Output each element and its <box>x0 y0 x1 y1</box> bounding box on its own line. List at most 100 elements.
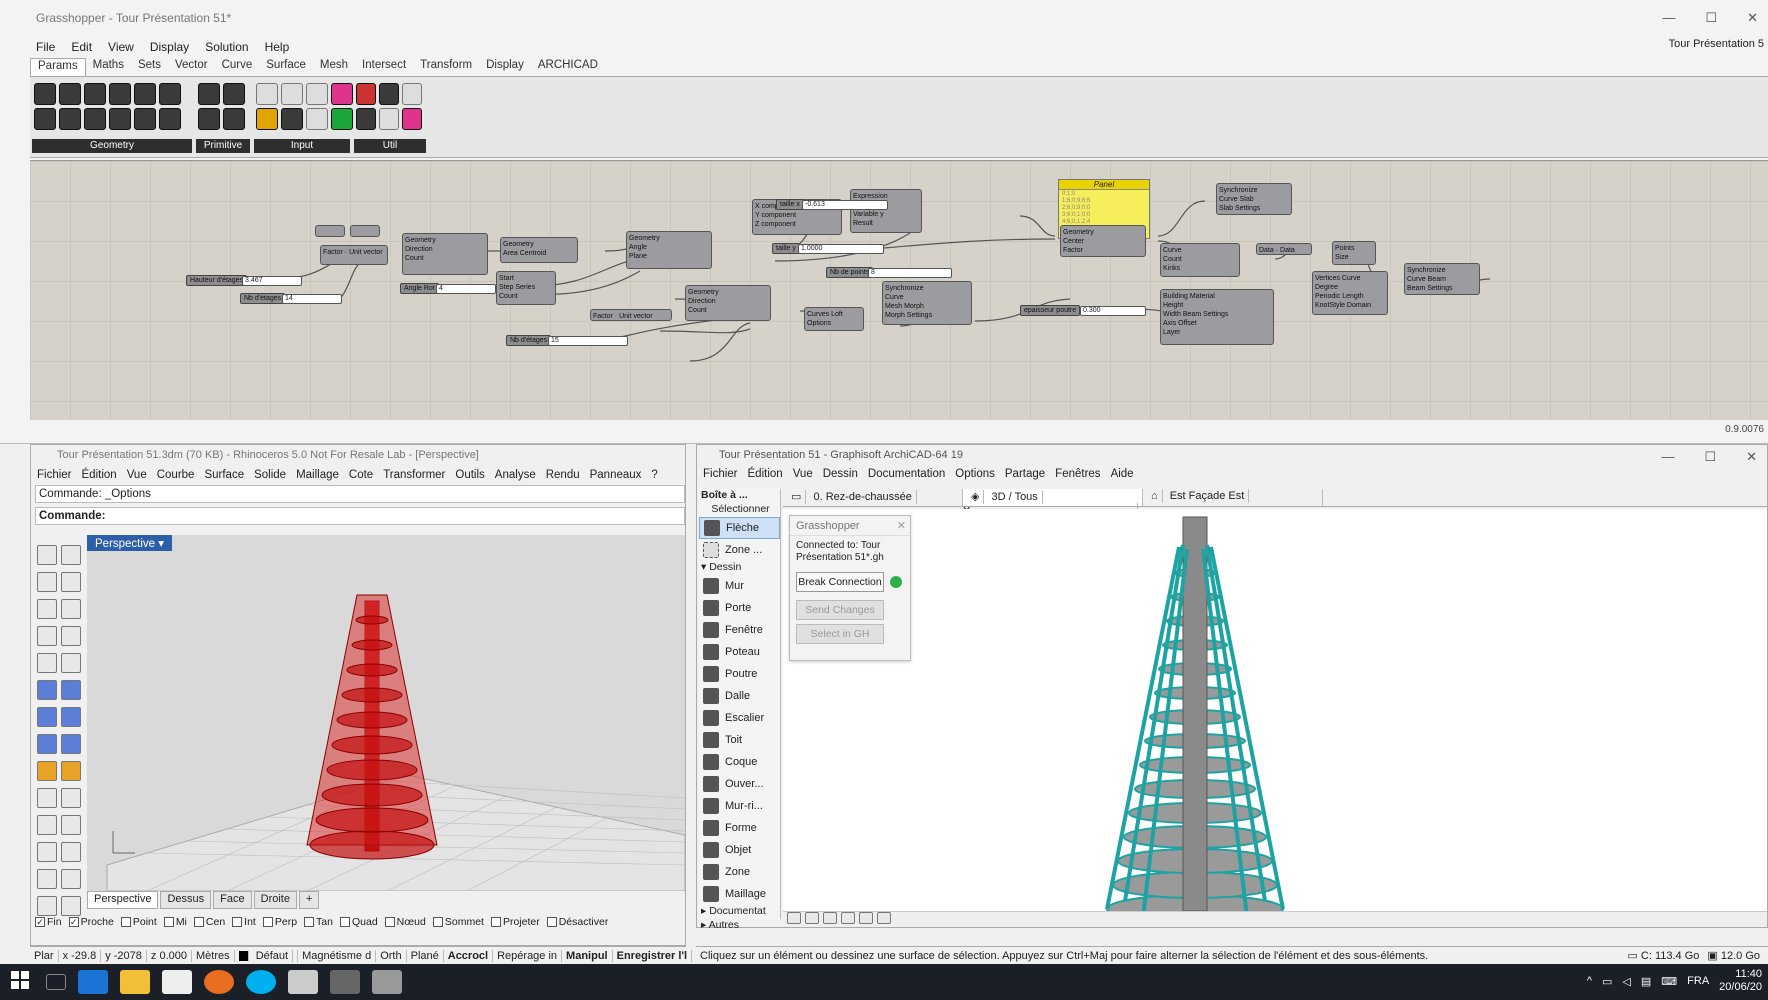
input-colour-icon[interactable] <box>281 108 303 130</box>
tab-archicad[interactable]: ARCHICAD <box>531 58 605 76</box>
gh-node-linear-array-2[interactable]: Geometry Direction Count <box>685 285 771 321</box>
gh-node-unit-vector-1[interactable]: Factor · Unit vector <box>320 245 388 265</box>
osnap-noeud[interactable]: Nœud <box>384 916 426 928</box>
gh-node-nurbs-curve[interactable]: Vertices Curve Degree Periodic Length KnotS… <box>1312 271 1388 315</box>
fillet-icon[interactable] <box>61 653 81 673</box>
gh-menu-help[interactable]: Help <box>265 40 290 54</box>
notification-icon[interactable]: ▤ <box>1641 975 1651 988</box>
dimension-icon[interactable] <box>61 869 81 889</box>
gh-node-linear-array-1[interactable]: Geometry Direction Count <box>402 233 488 275</box>
tool-poteau[interactable]: Poteau <box>699 641 780 663</box>
ac-menu-aide[interactable]: Aide <box>1111 468 1134 480</box>
tab-mesh[interactable]: Mesh <box>313 58 355 76</box>
param-rectangle-icon[interactable] <box>59 108 81 130</box>
rhino-command-input[interactable]: Commande: <box>35 507 685 525</box>
util-galapagos-icon[interactable] <box>402 83 422 105</box>
tray-clock[interactable]: 11:40 20/06/20 <box>1719 968 1762 994</box>
polyline-icon[interactable] <box>37 572 57 592</box>
tool-zone[interactable]: Zone <box>699 861 780 883</box>
tab-curve[interactable]: Curve <box>215 58 260 76</box>
gh-node-rotate[interactable]: Geometry Angle Plane <box>626 231 712 269</box>
gh-node-points[interactable]: Points Size <box>1332 241 1376 265</box>
ellipse-icon[interactable] <box>61 599 81 619</box>
minimize-icon[interactable]: — <box>1662 10 1675 26</box>
point-icon[interactable] <box>61 545 81 565</box>
util-flask-icon[interactable] <box>402 108 422 130</box>
box-icon[interactable] <box>37 707 57 727</box>
osnap-proche[interactable]: ✓ Proche <box>68 916 114 928</box>
slider-nb-etages-2[interactable]: 15 <box>548 336 628 346</box>
status-plane[interactable]: Plar <box>30 949 59 962</box>
util-cherry-icon[interactable] <box>356 83 376 105</box>
ac-menu-dessin[interactable]: Dessin <box>823 468 858 480</box>
param-boolean-icon[interactable] <box>198 83 220 105</box>
orbit-icon[interactable] <box>841 912 855 924</box>
tool-mur[interactable]: Mur <box>699 575 780 597</box>
osnap-cen[interactable]: Cen <box>193 916 225 928</box>
view-tab-facade-est[interactable]: ⌂ Est Façade Est <box>1143 489 1323 506</box>
tool-escalier[interactable]: Escalier <box>699 707 780 729</box>
firefox-icon[interactable] <box>204 970 234 994</box>
param-box-icon[interactable] <box>84 108 106 130</box>
rhino-viewport[interactable]: Perspective ▾ <box>87 535 685 891</box>
tab-intersect[interactable]: Intersect <box>355 58 413 76</box>
array-icon[interactable] <box>61 815 81 835</box>
rh-menu-analyse[interactable]: Analyse <box>495 469 536 481</box>
curve-icon[interactable] <box>61 572 81 592</box>
cylinder-icon[interactable] <box>37 734 57 754</box>
draw-header[interactable]: ▾ Dessin <box>699 561 780 575</box>
skype-icon[interactable] <box>246 970 276 994</box>
ac-menu-fenetres[interactable]: Fenêtres <box>1055 468 1100 480</box>
input-graph-icon[interactable] <box>256 108 278 130</box>
gh-node-expression[interactable]: ExpressionVariable xVariable yResult <box>850 189 922 233</box>
surface-edit-icon[interactable] <box>61 680 81 700</box>
util-relay-icon[interactable] <box>379 108 399 130</box>
status-grid-snap[interactable]: Magnétisme d <box>298 949 377 962</box>
ac-menu-fichier[interactable]: Fichier <box>703 468 738 480</box>
send-changes-button[interactable]: Send Changes <box>796 600 884 620</box>
circle-icon[interactable] <box>37 599 57 619</box>
status-units[interactable]: Mètres <box>192 949 235 962</box>
param-surface-icon[interactable] <box>109 108 131 130</box>
gh-menu-display[interactable]: Display <box>150 40 189 54</box>
osnap-tan[interactable]: Tan <box>304 916 333 928</box>
ribbon-label-geometry[interactable]: Geometry <box>32 139 192 153</box>
rotate-icon[interactable] <box>61 842 81 862</box>
explode-icon[interactable] <box>61 761 81 781</box>
status-smarttrack[interactable]: Repérage in <box>493 949 563 962</box>
tab-transform[interactable]: Transform <box>413 58 479 76</box>
windows-start-icon[interactable] <box>10 970 34 994</box>
group-icon[interactable] <box>37 815 57 835</box>
rh-menu-solide[interactable]: Solide <box>254 469 286 481</box>
param-arc-icon[interactable] <box>109 83 131 105</box>
vp-tab-dessus[interactable]: Dessus <box>160 891 212 909</box>
slider-epaisseur-poutre[interactable]: 0.300 <box>1080 306 1146 316</box>
osnap-desactiver[interactable]: Désactiver <box>546 916 608 928</box>
tool-ouverture[interactable]: Ouver... <box>699 773 780 795</box>
input-toggle-icon[interactable] <box>256 83 278 105</box>
gh-node-scale[interactable]: Geometry Center Factor <box>1060 225 1146 257</box>
slider-taille-y[interactable]: 1.0000 <box>798 244 884 254</box>
select-arrow-icon[interactable] <box>37 545 57 565</box>
trim-icon[interactable] <box>37 788 57 808</box>
util-arrow-icon[interactable] <box>379 83 399 105</box>
param-brep-icon[interactable] <box>134 108 156 130</box>
close-icon[interactable]: ✕ <box>1747 10 1758 26</box>
slider-nb-points[interactable]: 8 <box>868 268 952 278</box>
vp-tab-face[interactable]: Face <box>213 891 252 909</box>
text-icon[interactable] <box>37 869 57 889</box>
store-icon[interactable] <box>162 970 192 994</box>
tray-language[interactable]: FRA <box>1687 975 1709 987</box>
vp-tab-droite[interactable]: Droite <box>253 891 297 909</box>
osnap-sommet[interactable]: Sommet <box>432 916 484 928</box>
ribbon-label-primitive[interactable]: Primitive <box>196 139 250 153</box>
tab-surface[interactable]: Surface <box>259 58 313 76</box>
tool-objet[interactable]: Objet <box>699 839 780 861</box>
select-in-gh-button[interactable]: Select in GH <box>796 624 884 644</box>
vp-tab-perspective[interactable]: Perspective <box>87 891 159 909</box>
gh-menu-file[interactable]: File <box>36 40 55 54</box>
edge-icon[interactable] <box>78 970 108 994</box>
gh-node-beam-settings[interactable]: Building Material Height Width Beam Settin… <box>1160 289 1274 345</box>
param-integer-icon[interactable] <box>223 83 245 105</box>
tool-dalle[interactable]: Dalle <box>699 685 780 707</box>
